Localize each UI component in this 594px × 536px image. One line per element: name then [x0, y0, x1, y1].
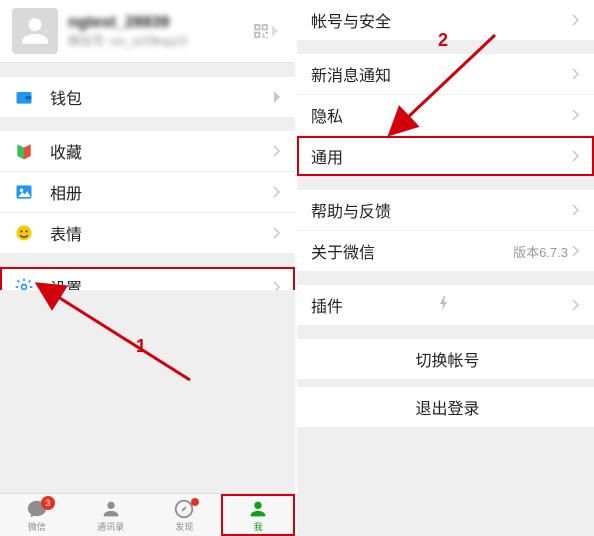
row-album[interactable]: 相册 — [0, 172, 295, 213]
tab-label: 微信 — [28, 520, 46, 533]
row-label: 隐私 — [311, 103, 572, 127]
chevron-right-icon — [273, 186, 285, 198]
qr-code-icon[interactable] — [251, 21, 271, 41]
contacts-icon — [100, 498, 122, 520]
favorites-icon — [14, 141, 40, 161]
tab-contacts[interactable]: 通讯录 — [74, 494, 148, 536]
album-icon — [14, 182, 40, 202]
row-label: 退出登录 — [415, 395, 479, 419]
row-switch-account[interactable]: 切换帐号 — [297, 339, 594, 379]
badge: 3 — [41, 496, 55, 510]
row-label: 帮助与反馈 — [311, 198, 572, 222]
avatar — [12, 8, 58, 54]
chevron-right-icon — [572, 245, 584, 257]
profile-id: 微信号: wx_a2t9kqq15 — [68, 32, 251, 49]
row-label: 插件 — [311, 293, 434, 317]
chevron-right-icon — [572, 109, 584, 121]
tab-chat[interactable]: 微信 3 — [0, 494, 74, 536]
row-label: 收藏 — [50, 139, 273, 163]
profile-name: ngtest_28839 — [68, 14, 251, 32]
row-label: 表情 — [50, 221, 273, 245]
row-sticker[interactable]: 表情 — [0, 213, 295, 253]
chevron-right-icon — [273, 145, 285, 157]
settings-screen: 帐号与安全 新消息通知 隐私 通用 帮助与反馈 — [297, 0, 594, 536]
row-label: 帐号与安全 — [311, 8, 572, 32]
tab-bar: 微信 3 通讯录 发现 我 — [0, 493, 295, 536]
tab-label: 通讯录 — [97, 520, 124, 533]
plugin-bolt-icon — [438, 296, 450, 314]
version-text: 版本6.7.3 — [513, 242, 568, 261]
wallet-icon — [14, 87, 40, 107]
chevron-right-icon — [572, 14, 584, 26]
me-screen: ngtest_28839 微信号: wx_a2t9kqq15 钱包 — [0, 0, 295, 536]
row-privacy[interactable]: 隐私 — [297, 95, 594, 136]
notification-dot — [191, 498, 199, 506]
chevron-right-icon — [572, 204, 584, 216]
row-wallet[interactable]: 钱包 — [0, 77, 295, 117]
row-account-security[interactable]: 帐号与安全 — [297, 0, 594, 40]
chevron-right-icon — [572, 150, 584, 162]
row-general[interactable]: 通用 — [297, 136, 594, 176]
profile-card[interactable]: ngtest_28839 微信号: wx_a2t9kqq15 — [0, 0, 295, 63]
row-about[interactable]: 关于微信 版本6.7.3 — [297, 231, 594, 271]
row-help[interactable]: 帮助与反馈 — [297, 190, 594, 231]
person-icon — [247, 498, 269, 520]
row-label: 钱包 — [50, 85, 273, 109]
chevron-right-icon — [273, 91, 285, 103]
row-new-message[interactable]: 新消息通知 — [297, 54, 594, 95]
tab-label: 我 — [254, 520, 263, 533]
left-blank — [0, 290, 295, 494]
tab-label: 发现 — [175, 520, 193, 533]
row-label: 新消息通知 — [311, 62, 572, 86]
row-label: 通用 — [311, 144, 572, 168]
profile-text: ngtest_28839 微信号: wx_a2t9kqq15 — [68, 14, 251, 49]
tab-discover[interactable]: 发现 — [148, 494, 222, 536]
chevron-right-icon — [271, 25, 283, 37]
row-favorites[interactable]: 收藏 — [0, 131, 295, 172]
chevron-right-icon — [273, 227, 285, 239]
row-logout[interactable]: 退出登录 — [297, 387, 594, 427]
row-label: 关于微信 — [311, 239, 513, 263]
tab-me[interactable]: 我 — [221, 494, 295, 536]
sticker-icon — [14, 223, 40, 243]
row-plugins[interactable]: 插件 — [297, 285, 594, 325]
row-label: 相册 — [50, 180, 273, 204]
chevron-right-icon — [572, 68, 584, 80]
chevron-right-icon — [572, 299, 584, 311]
row-label: 切换帐号 — [415, 347, 479, 371]
